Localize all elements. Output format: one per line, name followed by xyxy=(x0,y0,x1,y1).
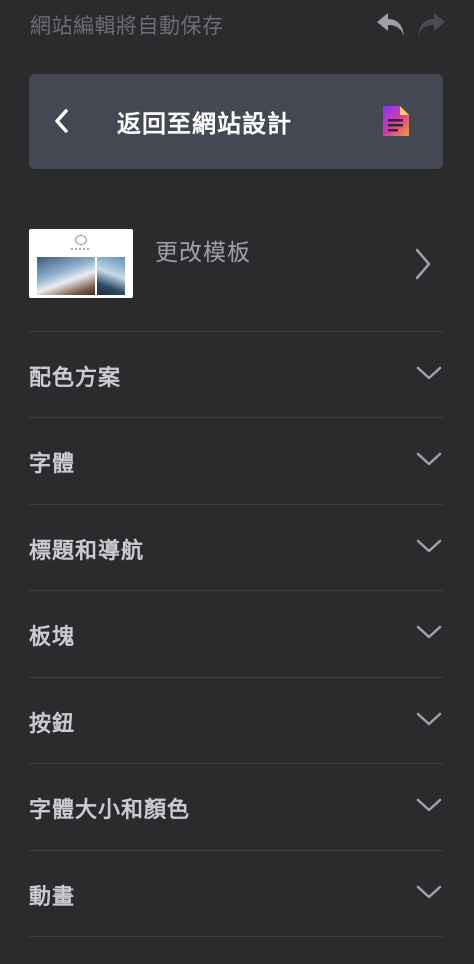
section-animation[interactable]: 動畫 xyxy=(29,851,443,937)
section-label: 字體大小和顏色 xyxy=(29,798,191,823)
chevron-down-icon xyxy=(415,450,443,468)
redo-icon[interactable] xyxy=(414,10,448,40)
chevron-down-icon xyxy=(415,710,443,728)
section-fonts[interactable]: 字體 xyxy=(29,418,443,504)
thumbnail-image-mountain xyxy=(37,257,95,295)
section-label: 字體 xyxy=(29,452,76,477)
section-label: 板塊 xyxy=(29,625,76,650)
section-header-navigation[interactable]: 標題和導航 xyxy=(29,505,443,591)
autosave-notice: 網站編輯將自動保存 xyxy=(30,14,224,38)
thumbnail-nav xyxy=(71,248,91,250)
chevron-down-icon xyxy=(415,623,443,641)
undo-icon[interactable] xyxy=(374,10,408,40)
change-template-row[interactable]: 更改模板 xyxy=(29,229,443,299)
back-to-site-design-label: 返回至網站設計 xyxy=(117,110,292,138)
chevron-left-icon xyxy=(51,107,71,135)
section-label: 標題和導航 xyxy=(29,539,145,564)
chevron-down-icon xyxy=(415,364,443,382)
section-blocks[interactable]: 板塊 xyxy=(29,591,443,677)
document-icon xyxy=(381,104,411,138)
chevron-right-icon xyxy=(413,247,433,281)
chevron-down-icon xyxy=(415,796,443,814)
chevron-down-icon xyxy=(415,883,443,901)
top-bar: 網站編輯將自動保存 xyxy=(0,0,474,52)
section-buttons[interactable]: 按鈕 xyxy=(29,678,443,764)
back-to-site-design-button[interactable]: 返回至網站設計 xyxy=(29,74,443,169)
section-font-size-color[interactable]: 字體大小和顏色 xyxy=(29,764,443,850)
thumbnail-image-glacier xyxy=(97,257,125,295)
section-color-scheme[interactable]: 配色方案 xyxy=(29,332,443,418)
divider xyxy=(29,936,443,937)
template-thumbnail xyxy=(29,229,133,298)
section-label: 配色方案 xyxy=(29,366,122,391)
section-label: 按鈕 xyxy=(29,712,76,737)
thumbnail-logo xyxy=(75,235,87,245)
section-label: 動畫 xyxy=(29,885,76,910)
change-template-label: 更改模板 xyxy=(155,240,251,266)
chevron-down-icon xyxy=(415,537,443,555)
